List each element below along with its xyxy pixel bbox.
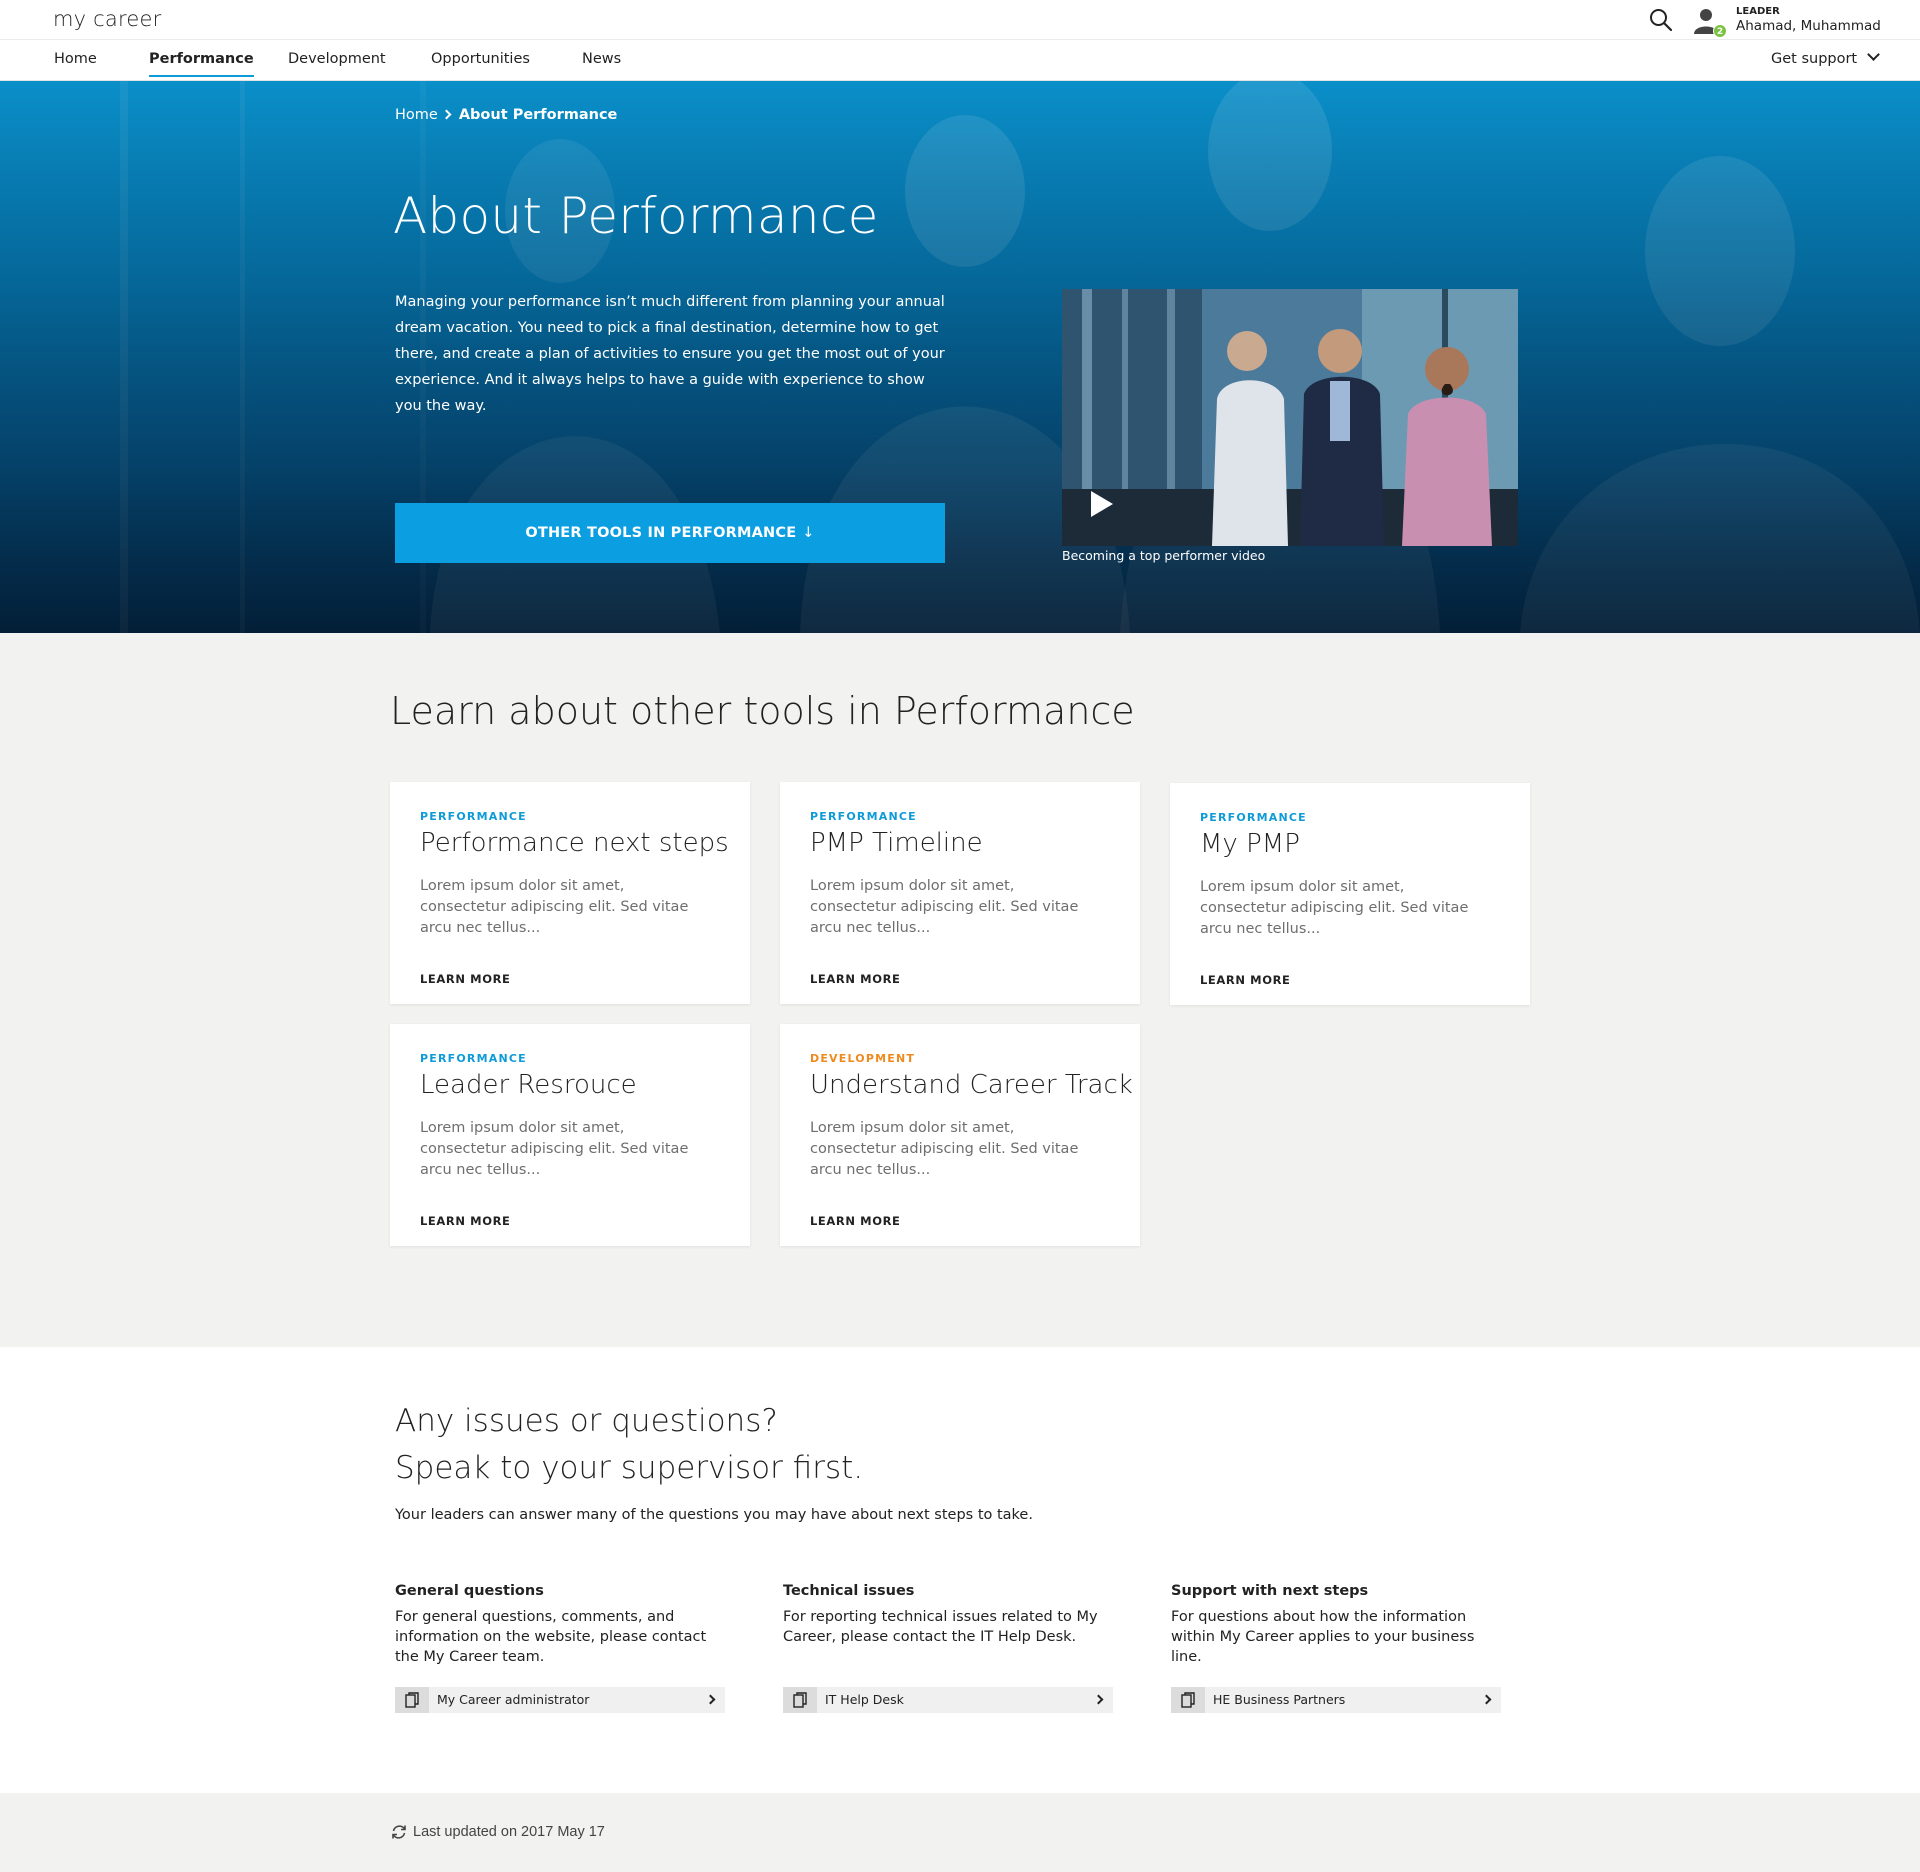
tool-card-understand-career-track[interactable]: DEVELOPMENT Understand Career Track Lore… bbox=[780, 1024, 1140, 1246]
other-tools-button[interactable]: OTHER TOOLS IN PERFORMANCE ↓ bbox=[395, 503, 945, 563]
get-support-label: Get support bbox=[1771, 51, 1858, 67]
refresh-icon bbox=[390, 1823, 408, 1841]
learn-more-link[interactable]: LEARN MORE bbox=[420, 972, 511, 986]
arrow-down-icon: ↓ bbox=[802, 525, 815, 541]
top-bar: my career 2 LEADER Ahamad, Muhammad bbox=[0, 0, 1920, 40]
contact-link-label: My Career administrator bbox=[437, 1692, 590, 1707]
footer: Last updated on 2017 May 17 bbox=[0, 1793, 1920, 1872]
support-column-heading: Support with next steps bbox=[1171, 1583, 1369, 1599]
contact-he-business-partners-button[interactable]: HE Business Partners bbox=[1171, 1687, 1501, 1713]
copy-icon bbox=[783, 1687, 817, 1713]
nav-news[interactable]: News bbox=[582, 51, 621, 67]
support-heading-line1: Any issues or questions? bbox=[395, 1403, 778, 1439]
video-still-image bbox=[1062, 289, 1518, 546]
card-description: Lorem ipsum dolor sit amet, consectetur … bbox=[420, 1120, 689, 1178]
contact-link-label: IT Help Desk bbox=[825, 1692, 904, 1707]
hero-description: Managing your performance isn’t much dif… bbox=[395, 294, 945, 414]
nav-home[interactable]: Home bbox=[54, 51, 97, 67]
card-description: Lorem ipsum dolor sit amet, consectetur … bbox=[810, 878, 1079, 936]
learn-more-link[interactable]: LEARN MORE bbox=[810, 1214, 901, 1228]
tools-section: Learn about other tools in Performance P… bbox=[0, 633, 1920, 1347]
page-title: About Performance bbox=[393, 187, 879, 245]
card-description: Lorem ipsum dolor sit amet, consectetur … bbox=[810, 1120, 1079, 1178]
support-intro: Your leaders can answer many of the ques… bbox=[395, 1507, 1033, 1523]
learn-more-link[interactable]: LEARN MORE bbox=[1200, 973, 1291, 987]
other-tools-label: OTHER TOOLS IN PERFORMANCE bbox=[525, 525, 797, 541]
chevron-right-icon bbox=[1093, 1694, 1104, 1705]
notification-badge: 2 bbox=[1713, 24, 1727, 38]
support-column-text: For reporting technical issues related t… bbox=[783, 1609, 1098, 1645]
support-column-next-steps: Support with next steps For questions ab… bbox=[1171, 1583, 1501, 1667]
tool-card-my-pmp[interactable]: PERFORMANCE My PMP Lorem ipsum dolor sit… bbox=[1170, 783, 1530, 1005]
nav-development[interactable]: Development bbox=[288, 51, 386, 67]
chevron-right-icon bbox=[441, 109, 452, 120]
chevron-right-icon bbox=[1481, 1694, 1492, 1705]
chevron-down-icon bbox=[1867, 48, 1880, 61]
contact-it-help-desk-button[interactable]: IT Help Desk bbox=[783, 1687, 1113, 1713]
search-icon[interactable] bbox=[1648, 7, 1674, 33]
card-category: PERFORMANCE bbox=[1200, 811, 1307, 824]
card-category: PERFORMANCE bbox=[810, 810, 917, 823]
support-column-technical: Technical issues For reporting technical… bbox=[783, 1583, 1113, 1647]
card-title: Understand Career Track bbox=[810, 1070, 1133, 1100]
card-title: Leader Resrouce bbox=[420, 1070, 637, 1100]
nav-performance[interactable]: Performance bbox=[149, 51, 254, 77]
learn-more-link[interactable]: LEARN MORE bbox=[420, 1214, 511, 1228]
user-name: Ahamad, Muhammad bbox=[1736, 18, 1881, 34]
support-column-text: For general questions, comments, and inf… bbox=[395, 1609, 707, 1665]
card-description: Lorem ipsum dolor sit amet, consectetur … bbox=[1200, 879, 1469, 937]
last-updated-text: Last updated on 2017 May 17 bbox=[413, 1824, 605, 1840]
breadcrumb-home[interactable]: Home bbox=[395, 107, 438, 123]
get-support-dropdown[interactable]: Get support bbox=[1771, 48, 1880, 67]
chevron-right-icon bbox=[705, 1694, 716, 1705]
card-description: Lorem ipsum dolor sit amet, consectetur … bbox=[420, 878, 689, 936]
support-heading-line2: Speak to your supervisor first. bbox=[395, 1450, 864, 1486]
support-column-heading: General questions bbox=[395, 1583, 544, 1599]
card-title: PMP Timeline bbox=[810, 828, 983, 858]
hero-background-image bbox=[0, 81, 1920, 633]
video-thumbnail[interactable] bbox=[1062, 289, 1518, 546]
support-column-general: General questions For general questions,… bbox=[395, 1583, 725, 1667]
support-column-text: For questions about how the information … bbox=[1171, 1609, 1475, 1665]
tools-section-title: Learn about other tools in Performance bbox=[390, 689, 1135, 733]
card-category: PERFORMANCE bbox=[420, 810, 527, 823]
user-role: LEADER bbox=[1736, 6, 1780, 17]
copy-icon bbox=[395, 1687, 429, 1713]
breadcrumb: Home About Performance bbox=[395, 107, 617, 123]
video-caption: Becoming a top performer video bbox=[1062, 548, 1266, 563]
learn-more-link[interactable]: LEARN MORE bbox=[810, 972, 901, 986]
tool-card-pmp-timeline[interactable]: PERFORMANCE PMP Timeline Lorem ipsum dol… bbox=[780, 782, 1140, 1004]
card-title: My PMP bbox=[1200, 829, 1300, 859]
contact-link-label: HE Business Partners bbox=[1213, 1692, 1346, 1707]
tool-card-leader-resource[interactable]: PERFORMANCE Leader Resrouce Lorem ipsum … bbox=[390, 1024, 750, 1246]
app-logo[interactable]: my career bbox=[53, 7, 161, 31]
support-column-heading: Technical issues bbox=[783, 1583, 915, 1599]
card-category: DEVELOPMENT bbox=[810, 1052, 916, 1065]
card-title: Performance next steps bbox=[420, 828, 729, 858]
hero-banner: Home About Performance About Performance … bbox=[0, 81, 1920, 633]
breadcrumb-current: About Performance bbox=[458, 107, 618, 123]
nav-opportunities[interactable]: Opportunities bbox=[431, 51, 530, 67]
support-section: Any issues or questions? Speak to your s… bbox=[0, 1347, 1920, 1793]
tool-card-performance-next-steps[interactable]: PERFORMANCE Performance next steps Lorem… bbox=[390, 782, 750, 1004]
copy-icon bbox=[1171, 1687, 1205, 1713]
main-nav: Home Performance Development Opportuniti… bbox=[0, 40, 1920, 81]
contact-my-career-admin-button[interactable]: My Career administrator bbox=[395, 1687, 725, 1713]
card-category: PERFORMANCE bbox=[420, 1052, 527, 1065]
